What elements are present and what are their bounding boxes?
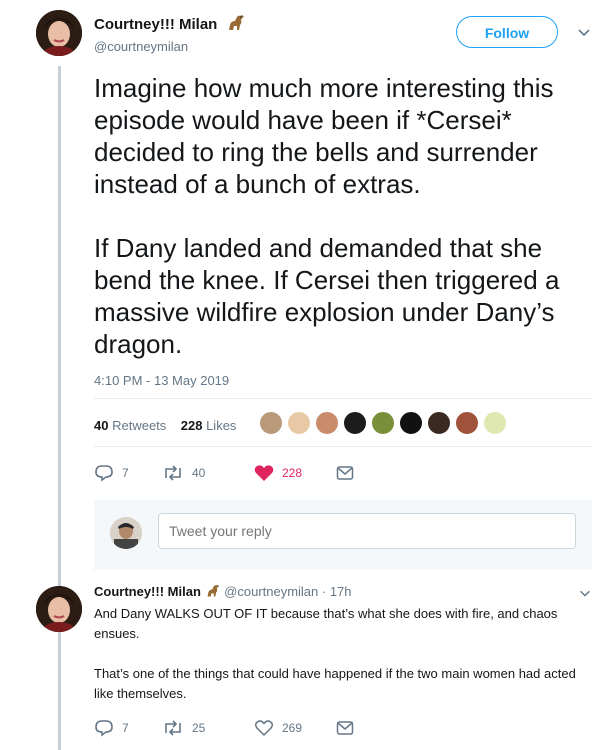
liker-avatar[interactable] bbox=[342, 410, 368, 436]
liker-avatar[interactable] bbox=[482, 410, 508, 436]
retweets-stat[interactable]: 40 Retweets bbox=[94, 418, 166, 433]
retweet-icon bbox=[165, 465, 181, 481]
tweet-timestamp[interactable]: 4:10 PM - 13 May 2019 bbox=[94, 373, 229, 388]
retweets-count: 40 bbox=[94, 418, 109, 433]
likes-count: 228 bbox=[180, 418, 203, 433]
divider bbox=[94, 446, 592, 447]
reply-author-handle[interactable]: @courtneymilan bbox=[224, 584, 318, 599]
retweet-button[interactable]: 25 bbox=[162, 717, 205, 739]
liker-avatar[interactable] bbox=[398, 410, 424, 436]
likes-label: Likes bbox=[206, 418, 237, 433]
author-handle[interactable]: @courtneymilan bbox=[94, 39, 188, 54]
reply-header: Courtney!!! Milan @courtneymilan · 17h bbox=[94, 584, 352, 601]
chevron-down-icon[interactable] bbox=[578, 586, 592, 600]
dinosaur-icon bbox=[205, 584, 221, 601]
direct-message-button[interactable] bbox=[336, 717, 362, 739]
retweets-label: Retweets bbox=[112, 418, 167, 433]
heart-icon bbox=[254, 720, 274, 737]
like-count: 269 bbox=[282, 721, 303, 735]
like-button[interactable]: 228 bbox=[254, 462, 302, 484]
author-name[interactable]: Courtney!!! Milan bbox=[94, 14, 246, 36]
reply-input[interactable] bbox=[158, 513, 576, 549]
thread-line bbox=[58, 66, 61, 750]
liker-avatar[interactable] bbox=[426, 410, 452, 436]
tweet-actions: 7 40 228 bbox=[94, 462, 394, 484]
reply-button[interactable]: 7 bbox=[94, 462, 129, 484]
reply-author-name[interactable]: Courtney!!! Milan bbox=[94, 584, 201, 599]
retweet-button[interactable]: 40 bbox=[162, 462, 205, 484]
dinosaur-icon bbox=[226, 14, 246, 36]
chevron-down-icon[interactable] bbox=[576, 24, 592, 40]
liker-avatar[interactable] bbox=[286, 410, 312, 436]
divider bbox=[94, 398, 592, 399]
liker-avatar[interactable] bbox=[454, 410, 480, 436]
direct-message-icon bbox=[336, 721, 354, 735]
reply-icon bbox=[95, 465, 113, 482]
liker-avatar[interactable] bbox=[370, 410, 396, 436]
reply-time[interactable]: · 17h bbox=[322, 584, 352, 599]
heart-icon bbox=[254, 465, 274, 481]
reply-author-avatar[interactable] bbox=[36, 586, 82, 632]
direct-message-icon bbox=[336, 466, 354, 480]
reply-icon bbox=[95, 720, 113, 737]
like-count: 228 bbox=[282, 466, 303, 480]
tweet-paragraph: If Dany landed and demanded that she ben… bbox=[94, 233, 560, 359]
reply-paragraph: That’s one of the things that could have… bbox=[94, 666, 576, 701]
follow-button[interactable]: Follow bbox=[456, 16, 558, 48]
retweet-count: 25 bbox=[192, 721, 206, 735]
like-button[interactable]: 269 bbox=[254, 717, 302, 739]
tweet-stats: 40 Retweets 228 Likes bbox=[94, 418, 236, 433]
reply-count: 7 bbox=[122, 721, 129, 735]
retweet-icon bbox=[165, 720, 181, 736]
likes-stat[interactable]: 228 Likes bbox=[181, 418, 237, 433]
author-name-text[interactable]: Courtney!!! Milan bbox=[94, 16, 217, 33]
reply-actions: 7 25 269 bbox=[94, 717, 394, 737]
viewer-avatar[interactable] bbox=[110, 517, 142, 549]
reply-body: And Dany WALKS OUT OF IT because that’s … bbox=[94, 604, 589, 724]
reply-button[interactable]: 7 bbox=[94, 717, 129, 739]
liker-avatar[interactable] bbox=[314, 410, 340, 436]
reply-count: 7 bbox=[122, 466, 129, 480]
tweet-paragraph: Imagine how much more interesting this e… bbox=[94, 73, 554, 199]
reply-paragraph: And Dany WALKS OUT OF IT because that’s … bbox=[94, 606, 558, 641]
retweet-count: 40 bbox=[192, 466, 206, 480]
direct-message-button[interactable] bbox=[336, 462, 362, 484]
liker-avatar[interactable] bbox=[258, 410, 284, 436]
author-avatar[interactable] bbox=[36, 10, 82, 56]
tweet-body: Imagine how much more interesting this e… bbox=[94, 72, 594, 392]
